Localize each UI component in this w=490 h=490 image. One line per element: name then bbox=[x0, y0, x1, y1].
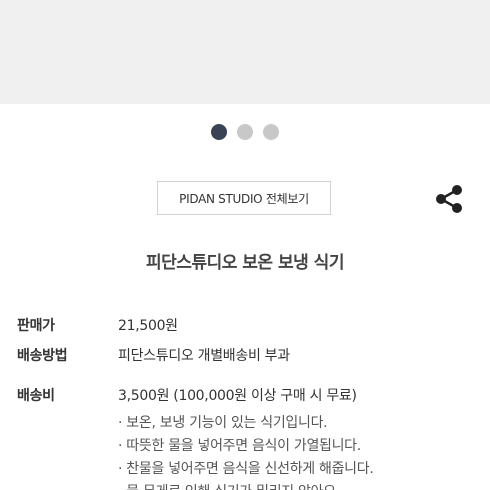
price-label: 판매가 bbox=[17, 318, 55, 334]
price-value: 21,500원 bbox=[118, 318, 178, 334]
carousel-dot-3[interactable] bbox=[263, 124, 279, 140]
shipping-method-value: 피단스튜디오 개별배송비 부과 bbox=[118, 348, 290, 364]
share-button[interactable] bbox=[432, 182, 466, 216]
feature-item: · 물 무게로 인해 식기가 밀리지 않아요. bbox=[118, 482, 374, 490]
shipping-fee-label: 배송비 bbox=[17, 388, 55, 404]
shipping-method-row: 배송방법 피단스튜디오 개별배송비 부과 bbox=[17, 346, 290, 366]
feature-list: · 보온, 보냉 기능이 있는 식기입니다. · 따뜻한 물을 넣어주면 음식이… bbox=[118, 413, 374, 490]
feature-item: · 찬물을 넣어주면 음식을 신선하게 해줍니다. bbox=[118, 461, 374, 477]
brand-view-all-button[interactable]: PIDAN STUDIO 전체보기 bbox=[157, 181, 331, 215]
carousel-pagination bbox=[0, 124, 490, 140]
shipping-fee-value: 3,500원 (100,000원 이상 구매 시 무료) bbox=[118, 388, 357, 404]
brand-view-all-label: PIDAN STUDIO 전체보기 bbox=[179, 191, 309, 206]
product-image-carousel[interactable] bbox=[0, 0, 490, 104]
product-title: 피단스튜디오 보온 보냉 식기 bbox=[146, 253, 344, 273]
feature-item: · 보온, 보냉 기능이 있는 식기입니다. bbox=[118, 415, 328, 431]
price-row: 판매가 21,500원 bbox=[17, 316, 178, 336]
feature-item: · 따뜻한 물을 넣어주면 음식이 가열됩니다. bbox=[118, 438, 361, 454]
carousel-dot-1[interactable] bbox=[211, 124, 227, 140]
carousel-dot-2[interactable] bbox=[237, 124, 253, 140]
shipping-fee-row: 배송비 3,500원 (100,000원 이상 구매 시 무료) bbox=[17, 386, 357, 406]
share-icon bbox=[436, 185, 462, 213]
product-detail-page: PIDAN STUDIO 전체보기 피단스튜디오 보온 보냉 식기 판매가 21… bbox=[0, 0, 490, 490]
shipping-method-label: 배송방법 bbox=[17, 348, 68, 364]
